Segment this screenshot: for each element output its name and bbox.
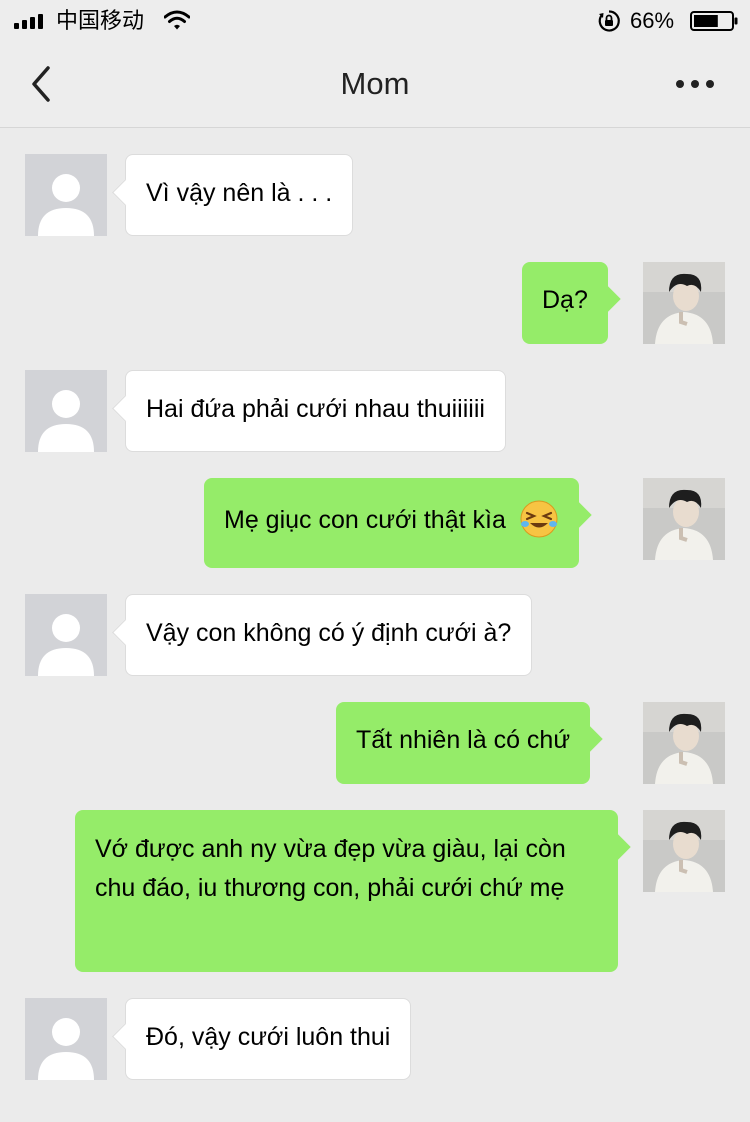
- message-text: Tất nhiên là có chứ: [356, 726, 571, 754]
- message-text: Đó, vậy cưới luôn thui: [146, 1023, 391, 1051]
- signal-strength-icon: [14, 13, 48, 29]
- message-bubble-outgoing[interactable]: Tất nhiên là có chứ: [336, 702, 591, 784]
- message-bubble-outgoing[interactable]: Vớ được anh ny vừa đẹp vừa giàu, lại còn…: [75, 810, 618, 972]
- status-bar: 中国移动 66%: [0, 0, 750, 42]
- mom-avatar[interactable]: [25, 370, 107, 452]
- chat-title: Mom: [340, 66, 410, 101]
- message-text: Dạ?: [542, 286, 588, 314]
- chat-header: Mom: [0, 42, 750, 128]
- message-bubble-incoming[interactable]: Hai đứa phải cưới nhau thuiiiiii: [125, 370, 506, 452]
- mom-avatar[interactable]: [25, 594, 107, 676]
- user-photo-icon: [643, 810, 725, 892]
- message-text: Vậy con không có ý định cưới à?: [146, 619, 512, 647]
- default-user-icon: [38, 174, 94, 236]
- my-avatar[interactable]: [643, 810, 725, 892]
- message-text: Vớ được anh ny vừa đẹp vừa giàu, lại còn…: [95, 835, 566, 902]
- more-dots-icon[interactable]: [672, 72, 718, 96]
- message-bubble-outgoing[interactable]: Dạ?: [522, 262, 608, 344]
- wifi-icon: [164, 10, 190, 30]
- default-user-icon: [38, 1018, 94, 1080]
- user-photo-icon: [643, 702, 725, 784]
- carrier-name: 中国移动: [56, 8, 145, 33]
- message-bubble-incoming[interactable]: Đó, vậy cưới luôn thui: [125, 998, 412, 1080]
- rotation-lock-icon: [598, 10, 620, 32]
- mom-avatar[interactable]: [25, 998, 107, 1080]
- message-bubble-outgoing[interactable]: Mẹ giục con cưới thật kìa: [204, 478, 579, 568]
- default-user-icon: [38, 390, 94, 452]
- message-text: Hai đứa phải cưới nhau thuiiiiii: [146, 395, 485, 423]
- message-text: Vì vậy nên là . . .: [146, 179, 333, 207]
- default-user-icon: [38, 614, 94, 676]
- my-avatar[interactable]: [643, 702, 725, 784]
- user-photo-icon: [643, 478, 725, 560]
- my-avatar[interactable]: [643, 478, 725, 560]
- message-bubble-incoming[interactable]: Vậy con không có ý định cưới à?: [125, 594, 533, 676]
- my-avatar[interactable]: [643, 262, 725, 344]
- message-text: Mẹ giục con cưới thật kìa: [224, 506, 506, 534]
- message-bubble-incoming[interactable]: Vì vậy nên là . . .: [125, 154, 354, 236]
- battery-percentage: 66%: [630, 8, 675, 33]
- crying-laughing-face-icon: [520, 500, 558, 538]
- mom-avatar[interactable]: [25, 154, 107, 236]
- user-photo-icon: [643, 262, 725, 344]
- battery-icon: [690, 11, 738, 31]
